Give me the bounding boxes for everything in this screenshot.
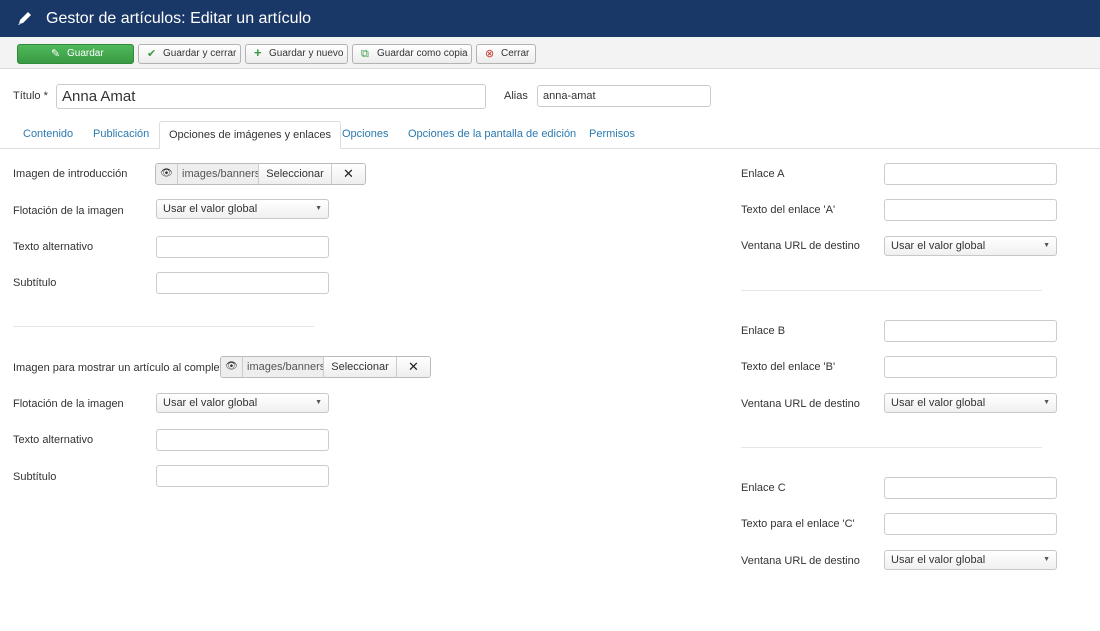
link-c-text-label: Texto para el enlace 'C' — [741, 518, 855, 530]
link-b-label: Enlace B — [741, 325, 786, 337]
section-divider — [741, 290, 1042, 291]
link-b-window-select[interactable]: Usar el valor global ▼ — [884, 393, 1057, 413]
link-b-text-label: Texto del enlace 'B' — [741, 361, 836, 373]
link-a-window-select[interactable]: Usar el valor global ▼ — [884, 236, 1057, 256]
full-caption-input[interactable] — [156, 465, 329, 487]
tab-bar: Contenido Publicación Opciones de imágen… — [0, 121, 1100, 149]
link-b-input[interactable] — [884, 320, 1057, 342]
eye-icon[interactable]: 👁 — [221, 357, 243, 377]
link-b-window-label: Ventana URL de destino — [741, 398, 860, 410]
intro-image-path[interactable]: images/banners — [178, 164, 259, 184]
close-button[interactable]: ⊗ Cerrar — [476, 44, 536, 64]
save-close-label: Guardar y cerrar — [163, 48, 237, 59]
edit-icon: ✎ — [51, 48, 61, 60]
section-divider — [13, 326, 314, 327]
eye-icon[interactable]: 👁 — [156, 164, 178, 184]
section-divider — [741, 447, 1042, 448]
intro-float-value: Usar el valor global — [163, 203, 258, 215]
title-label: Título * — [13, 90, 48, 102]
link-b-text-input[interactable] — [884, 356, 1057, 378]
tab-images-links[interactable]: Opciones de imágenes y enlaces — [159, 121, 342, 149]
intro-float-select[interactable]: Usar el valor global ▼ — [156, 199, 329, 219]
full-image-label: Imagen para mostrar un artículo al compl… — [13, 362, 229, 374]
copy-icon: ⧉ — [361, 48, 369, 60]
alias-input[interactable]: anna-amat — [537, 85, 711, 107]
link-a-label: Enlace A — [741, 168, 785, 180]
save-button-label: Guardar — [67, 48, 104, 59]
intro-image-select-button[interactable]: Seleccionar — [259, 164, 332, 184]
plus-icon: + — [254, 45, 262, 60]
link-a-text-label: Texto del enlace 'A' — [741, 204, 836, 216]
link-c-window-label: Ventana URL de destino — [741, 555, 860, 567]
link-c-input[interactable] — [884, 477, 1057, 499]
full-image-path[interactable]: images/banners — [243, 357, 324, 377]
page-title: Gestor de artículos: Editar un artículo — [46, 10, 312, 27]
link-c-label: Enlace C — [741, 482, 786, 494]
link-a-text-input[interactable] — [884, 199, 1057, 221]
tab-edit-screen-options[interactable]: Opciones de la pantalla de edición — [408, 121, 576, 149]
dropdown-arrow-icon: ▼ — [1043, 242, 1050, 249]
full-float-select[interactable]: Usar el valor global ▼ — [156, 393, 329, 413]
intro-image-label: Imagen de introducción — [13, 168, 128, 180]
dropdown-arrow-icon: ▼ — [315, 399, 322, 406]
close-label: Cerrar — [501, 48, 530, 59]
dropdown-arrow-icon: ▼ — [1043, 399, 1050, 406]
save-copy-label: Guardar como copia — [377, 48, 468, 59]
intro-image-media-field: 👁 images/banners Seleccionar ✕ — [155, 163, 366, 185]
save-new-label: Guardar y nuevo — [269, 48, 344, 59]
checkmark-icon: ✔ — [147, 48, 157, 60]
full-caption-label: Subtítulo — [13, 471, 57, 483]
title-input[interactable]: Anna Amat — [56, 84, 486, 109]
link-c-window-select[interactable]: Usar el valor global ▼ — [884, 550, 1057, 570]
full-float-value: Usar el valor global — [163, 397, 258, 409]
full-image-select-button[interactable]: Seleccionar — [324, 357, 397, 377]
full-alt-label: Texto alternativo — [13, 434, 94, 446]
alias-label: Alias — [504, 90, 528, 102]
link-a-window-value: Usar el valor global — [891, 240, 986, 252]
save-new-button[interactable]: + Guardar y nuevo — [245, 44, 348, 64]
link-a-input[interactable] — [884, 163, 1057, 185]
link-c-window-value: Usar el valor global — [891, 554, 986, 566]
link-c-text-input[interactable] — [884, 513, 1057, 535]
dropdown-arrow-icon: ▼ — [1043, 556, 1050, 563]
intro-caption-label: Subtítulo — [13, 277, 57, 289]
page-header: Gestor de artículos: Editar un artículo — [0, 0, 1100, 37]
tab-publicacion[interactable]: Publicación — [93, 121, 149, 149]
dropdown-arrow-icon: ▼ — [315, 205, 322, 212]
tab-permisos[interactable]: Permisos — [589, 121, 635, 149]
full-alt-input[interactable] — [156, 429, 329, 451]
close-icon[interactable]: ✕ — [397, 357, 430, 377]
save-close-button[interactable]: ✔ Guardar y cerrar — [138, 44, 241, 64]
intro-alt-label: Texto alternativo — [13, 241, 94, 253]
cancel-icon: ⊗ — [485, 48, 495, 60]
save-copy-button[interactable]: ⧉ Guardar como copia — [352, 44, 472, 64]
save-button[interactable]: ✎ Guardar — [17, 44, 134, 64]
toolbar: ✎ Guardar ✔ Guardar y cerrar + Guardar y… — [0, 37, 1100, 69]
tab-contenido[interactable]: Contenido — [23, 121, 73, 149]
tab-opciones[interactable]: Opciones — [342, 121, 388, 149]
intro-alt-input[interactable] — [156, 236, 329, 258]
full-image-media-field: 👁 images/banners Seleccionar ✕ — [220, 356, 431, 378]
full-float-label: Flotación de la imagen — [13, 398, 124, 410]
close-icon[interactable]: ✕ — [332, 164, 365, 184]
pencil-icon — [18, 12, 31, 25]
intro-caption-input[interactable] — [156, 272, 329, 294]
intro-float-label: Flotación de la imagen — [13, 205, 124, 217]
link-b-window-value: Usar el valor global — [891, 397, 986, 409]
link-a-window-label: Ventana URL de destino — [741, 240, 860, 252]
